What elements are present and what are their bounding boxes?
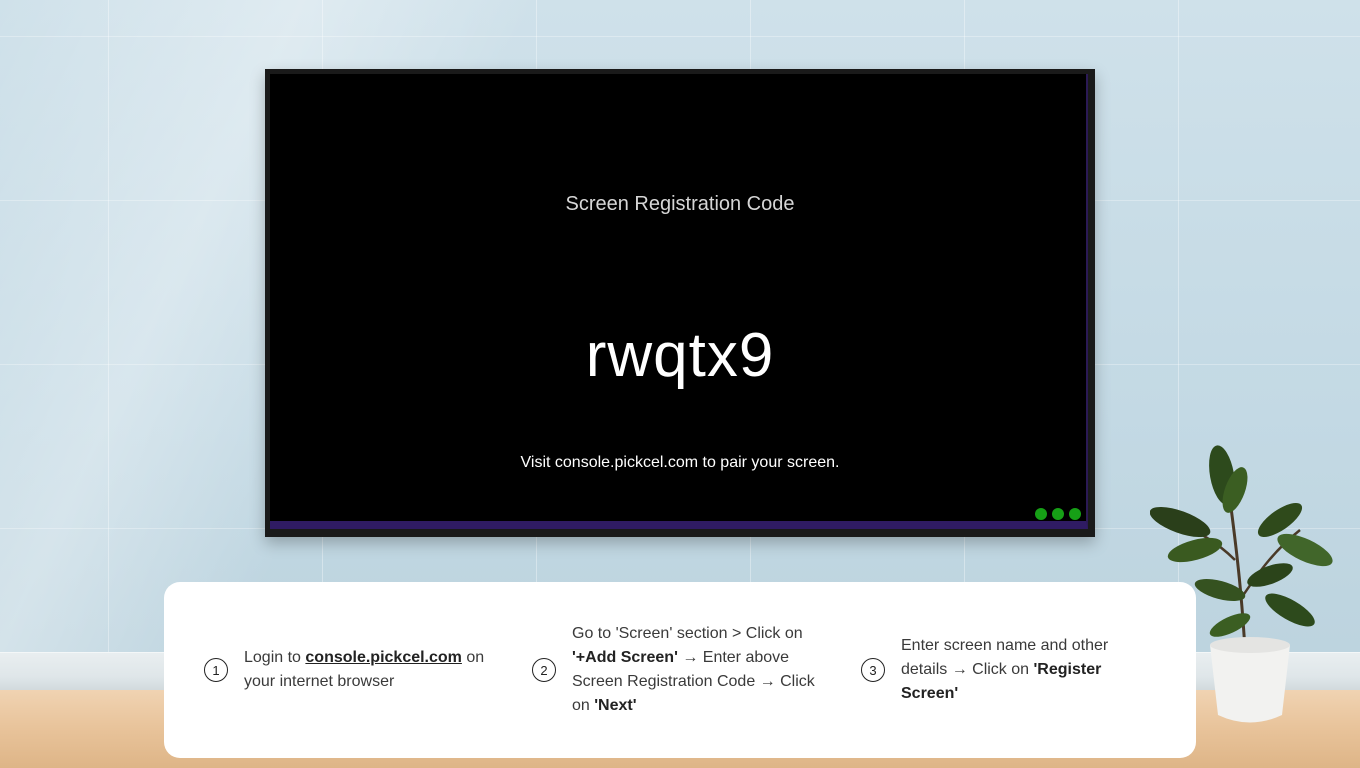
- pair-instruction: Visit console.pickcel.com to pair your s…: [520, 454, 840, 471]
- console-link[interactable]: console.pickcel.com: [305, 649, 462, 666]
- loading-indicator: [1035, 508, 1081, 520]
- loading-dot: [1069, 508, 1081, 520]
- step-2-text: Go to 'Screen' section > Click on '+Add …: [572, 625, 815, 714]
- step-1-text: Login to console.pickcel.com on your int…: [244, 649, 485, 690]
- step-3-text: Enter screen name and other details → Cl…: [901, 637, 1109, 702]
- loading-dot: [1052, 508, 1064, 520]
- step-1: 1 Login to console.pickcel.com on your i…: [204, 649, 500, 694]
- step-3: 3 Enter screen name and other details → …: [861, 637, 1131, 706]
- loading-dot: [1035, 508, 1047, 520]
- step-number: 1: [204, 658, 228, 682]
- step-2: 2 Go to 'Screen' section > Click on '+Ad…: [532, 625, 820, 718]
- instructions-card: 1 Login to console.pickcel.com on your i…: [164, 582, 1196, 758]
- step-number: 3: [861, 658, 885, 682]
- registration-code-title: Screen Registration Code: [565, 193, 795, 215]
- registration-code: rwqtx9: [585, 321, 775, 390]
- step-number: 2: [532, 658, 556, 682]
